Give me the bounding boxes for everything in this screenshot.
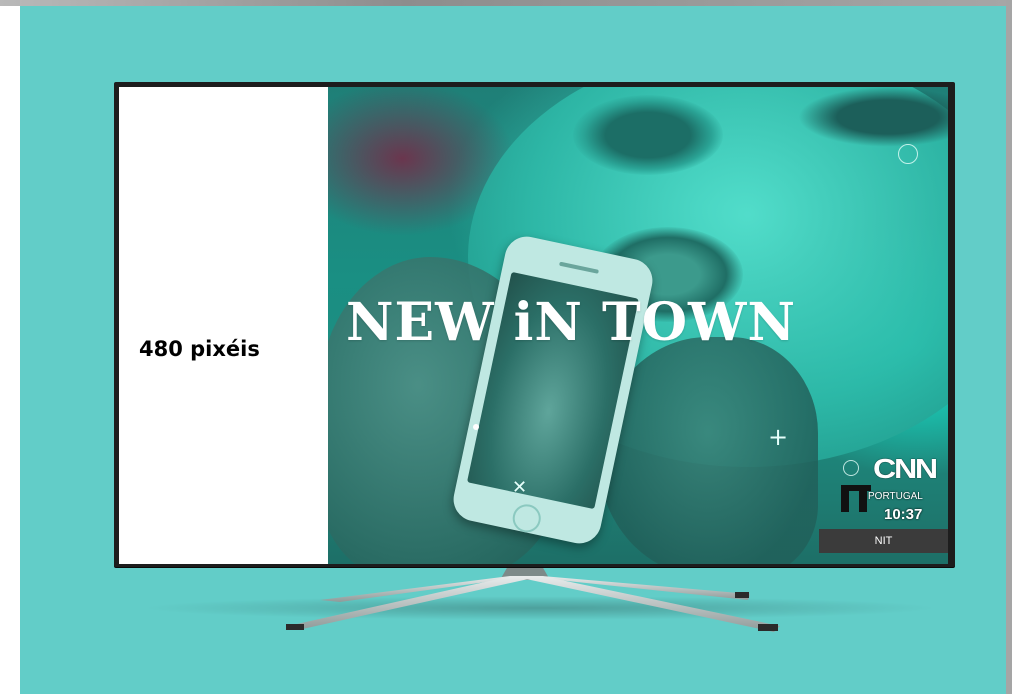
stand-leg-left-front (288, 576, 542, 630)
plus-icon: + (768, 423, 789, 451)
ad-space-label: 480 pixéis (139, 337, 260, 361)
broadcast-clock: 10:37 (884, 506, 923, 523)
decor-dot (473, 424, 479, 430)
circle-icon (898, 144, 918, 164)
network-country: PORTUGAL (868, 491, 923, 502)
coffee-cup-top (573, 95, 723, 175)
phone-speaker (559, 261, 599, 274)
network-logo: CNN (873, 453, 938, 484)
tv-stand (286, 566, 780, 632)
stand-foot-back-right (735, 592, 749, 598)
circle-icon (843, 460, 859, 476)
stand-foot-left (286, 624, 304, 630)
program-tag: NIT (819, 529, 948, 553)
stand-leg-right-front (512, 576, 780, 632)
stand-foot-right (758, 624, 778, 631)
phone-home-button (510, 501, 544, 535)
show-headline: NEW iN TOWN (346, 292, 796, 353)
nit-logo-icon (841, 485, 871, 512)
close-icon: ✕ (512, 477, 528, 498)
ad-space-panel: 480 pixéis (119, 87, 328, 564)
tv-screen: 480 pixéis NEW iN TOWN + ✕ CNN PORTUGAL … (119, 87, 948, 564)
broadcast-video: NEW iN TOWN + ✕ CNN PORTUGAL 10:37 NIT (328, 87, 948, 564)
right-edge-bar (1006, 0, 1012, 694)
